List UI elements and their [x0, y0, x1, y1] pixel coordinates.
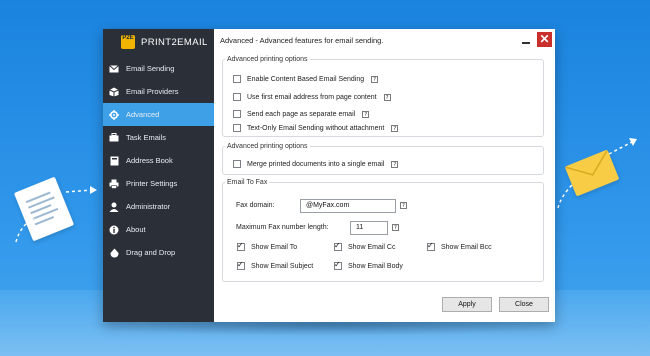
option-text-only[interactable]: Text-Only Email Sending without attachme… — [233, 124, 399, 132]
show-email-to-check[interactable]: Show Email To — [237, 241, 298, 251]
group-legend: Advanced printing options — [227, 143, 308, 150]
sidebar-item-label: Drag and Drop — [126, 248, 176, 257]
box-icon — [109, 87, 119, 97]
logo: P2E PRINT2EMAIL — [103, 29, 214, 55]
max-fax-length-label: Maximum Fax number length: — [236, 224, 329, 231]
help-icon[interactable]: ? — [383, 93, 391, 101]
help-icon[interactable]: ? — [362, 110, 370, 118]
show-email-bcc-check[interactable]: Show Email Bcc — [427, 241, 492, 251]
group-legend: Advanced printing options — [227, 56, 308, 63]
help-icon[interactable]: ? — [391, 160, 399, 168]
minimize-button[interactable] — [520, 34, 532, 46]
sidebar-nav: Email Sending Email Providers Advanced T… — [103, 57, 214, 264]
checkbox[interactable] — [233, 110, 241, 118]
mail-icon — [109, 64, 119, 74]
book-icon — [109, 156, 119, 166]
option-label: Show Email To — [251, 243, 298, 251]
sidebar-item-label: About — [126, 225, 146, 234]
option-label: Show Email Subject — [251, 262, 314, 270]
option-label: Merge printed documents into a single em… — [247, 160, 385, 168]
sidebar-item-email-providers[interactable]: Email Providers — [103, 80, 214, 103]
merge-options-group: Advanced printing options — [222, 143, 544, 175]
checkbox[interactable] — [427, 241, 435, 251]
sidebar-item-printer-settings[interactable]: Printer Settings — [103, 172, 214, 195]
option-first-email-from-content[interactable]: Use first email address from page conten… — [233, 93, 391, 101]
sidebar-item-label: Email Sending — [126, 64, 175, 73]
checkbox[interactable] — [334, 241, 342, 251]
show-email-subject-check[interactable]: Show Email Subject — [237, 260, 314, 270]
sidebar-item-address-book[interactable]: Address Book — [103, 149, 214, 172]
dashed-arrow-icon-2 — [557, 183, 574, 209]
show-email-body-check[interactable]: Show Email Body — [334, 260, 403, 270]
option-label: Show Email Body — [348, 262, 403, 270]
sidebar: P2E PRINT2EMAIL Email Sending Email Prov… — [103, 29, 214, 322]
checkbox[interactable] — [237, 260, 245, 270]
sidebar-item-drag-and-drop[interactable]: Drag and Drop — [103, 241, 214, 264]
sidebar-item-label: Address Book — [126, 156, 173, 165]
dashed-arrow-right-icon — [65, 186, 97, 194]
help-icon[interactable]: ? — [400, 202, 407, 209]
show-email-cc-check[interactable]: Show Email Cc — [334, 241, 396, 251]
sidebar-item-label: Advanced — [126, 110, 160, 119]
content-panel: Advanced - Advanced features for email s… — [214, 29, 555, 322]
option-label: Send each page as separate email — [247, 110, 356, 118]
checkbox[interactable] — [233, 160, 241, 168]
help-icon[interactable]: ? — [392, 224, 399, 231]
sidebar-item-label: Task Emails — [126, 133, 167, 142]
max-fax-length-help[interactable]: ? — [385, 224, 399, 231]
sidebar-item-email-sending[interactable]: Email Sending — [103, 57, 214, 80]
gear-icon — [109, 109, 119, 120]
checkbox[interactable] — [233, 93, 241, 101]
option-label: Use first email address from page conten… — [247, 93, 377, 101]
sidebar-item-about[interactable]: About — [103, 218, 214, 241]
sidebar-item-task-emails[interactable]: Task Emails — [103, 126, 214, 149]
help-icon[interactable]: ? — [391, 124, 399, 132]
checkbox[interactable] — [237, 241, 245, 251]
checkbox[interactable] — [233, 124, 241, 132]
sidebar-item-advanced[interactable]: Advanced — [103, 103, 214, 126]
drop-icon — [109, 248, 119, 258]
checkbox[interactable] — [233, 75, 241, 83]
user-icon — [109, 202, 119, 212]
help-icon[interactable]: ? — [371, 75, 379, 83]
option-label: Enable Content Based Email Sending — [247, 75, 365, 83]
fax-domain-help[interactable]: ? — [393, 202, 407, 209]
option-label: Show Email Cc — [348, 243, 396, 251]
window-title: Advanced - Advanced features for email s… — [220, 35, 384, 45]
fax-domain-input[interactable]: @MyFax.com — [300, 199, 396, 213]
dashed-arrow-up-icon — [608, 138, 637, 155]
max-fax-length-input[interactable]: 11 — [350, 221, 388, 235]
option-merge-documents[interactable]: Merge printed documents into a single em… — [233, 160, 399, 168]
apply-button[interactable]: Apply — [442, 297, 492, 312]
logo-badge: P2E — [121, 35, 135, 49]
option-content-based-sending[interactable]: Enable Content Based Email Sending ? — [233, 75, 379, 83]
close-button[interactable]: Close — [499, 297, 549, 312]
briefcase-icon — [109, 133, 119, 143]
sidebar-item-label: Printer Settings — [126, 179, 178, 188]
sidebar-item-administrator[interactable]: Administrator — [103, 195, 214, 218]
option-label: Text-Only Email Sending without attachme… — [247, 124, 385, 132]
app-window: P2E PRINT2EMAIL Email Sending Email Prov… — [103, 29, 555, 322]
logo-text: PRINT2EMAIL — [141, 36, 208, 48]
checkbox[interactable] — [334, 260, 342, 270]
dashed-arrow-icon — [15, 217, 35, 243]
printer-icon — [109, 179, 119, 189]
sidebar-item-label: Administrator — [126, 202, 171, 211]
option-label: Show Email Bcc — [441, 243, 492, 251]
fax-domain-label: Fax domain: — [236, 202, 275, 209]
option-separate-page-email[interactable]: Send each page as separate email ? — [233, 110, 370, 118]
close-window-button[interactable]: ✕ — [537, 32, 552, 47]
sidebar-item-label: Email Providers — [126, 87, 179, 96]
info-icon — [109, 225, 119, 235]
group-legend: Email To Fax — [227, 179, 268, 186]
